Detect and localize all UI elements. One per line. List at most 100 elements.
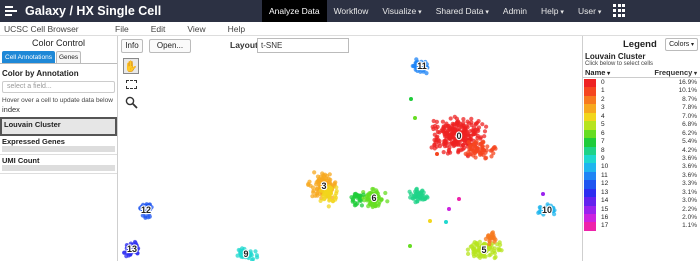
info-button[interactable]: Info [121, 39, 143, 53]
legend-swatch[interactable] [584, 112, 596, 122]
menu-help[interactable]: Help [217, 24, 256, 34]
legend-swatch[interactable] [584, 146, 596, 155]
menu-view[interactable]: View [176, 24, 216, 34]
legend-swatch[interactable] [584, 180, 596, 189]
plot-area[interactable]: 0 3 6 10 11 12 13 5 9 Info Open... Layout t-SNE … [119, 36, 581, 261]
legend-swatch[interactable] [584, 129, 596, 139]
legend-swatch[interactable] [584, 163, 596, 172]
legend-row[interactable]: 8 4.2% [583, 146, 700, 155]
legend-swatch[interactable] [584, 171, 596, 181]
cluster-label: 6 [371, 193, 376, 203]
nav-admin[interactable]: Admin [496, 0, 534, 22]
legend-swatch[interactable] [584, 205, 596, 214]
legend-cluster-name: 16 [601, 214, 609, 221]
stray-cell[interactable] [413, 116, 417, 120]
legend-row[interactable]: 11 3.6% [583, 171, 700, 181]
annotation-expressed-genes[interactable]: Expressed Genes [0, 136, 117, 155]
legend-row[interactable]: 2 8.7% [583, 95, 700, 105]
legend-cluster-name: 1 [601, 87, 605, 95]
tsne-scatter-plot[interactable]: 0 3 6 10 11 12 13 5 9 [119, 36, 581, 261]
legend-row[interactable]: 9 3.6% [583, 154, 700, 164]
field-select[interactable]: select a field... [2, 81, 115, 93]
legend-row[interactable]: 17 1.1% [583, 222, 700, 231]
stray-cell[interactable] [541, 192, 545, 196]
legend-row[interactable]: 7 5.4% [583, 138, 700, 147]
menu-edit[interactable]: Edit [140, 24, 177, 34]
annotation-label: Louvain Cluster [4, 120, 61, 129]
legend-row[interactable]: 6 6.2% [583, 129, 700, 139]
cluster-label: 5 [481, 245, 486, 255]
sort-by-name[interactable]: Name [585, 68, 610, 77]
annotation-louvain-cluster[interactable]: Louvain Cluster [0, 117, 117, 136]
legend-row[interactable]: 1 10.1% [583, 87, 700, 96]
cluster-label: 0 [456, 131, 461, 141]
tab-cell-annotations[interactable]: Cell Annotations [2, 51, 55, 63]
stray-cell[interactable] [447, 207, 451, 211]
color-by-label: Color by Annotation [2, 69, 79, 78]
legend-swatch[interactable] [584, 197, 596, 206]
legend-row[interactable]: 5 6.8% [583, 121, 700, 130]
legend-row[interactable]: 13 3.1% [583, 188, 700, 198]
legend-frequency: 16.9% [678, 79, 697, 86]
stray-cell[interactable] [444, 220, 448, 224]
stray-cell[interactable] [457, 197, 461, 201]
app-title: UCSC Cell Browser [4, 23, 79, 34]
stray-cell[interactable] [435, 152, 439, 156]
legend-frequency: 3.1% [682, 188, 697, 196]
legend-frequency: 10.1% [678, 87, 697, 95]
annotation-label: UMI Count [2, 156, 40, 165]
cluster-8-points[interactable] [407, 186, 430, 205]
legend-cluster-name: 4 [601, 112, 605, 120]
legend-row[interactable]: 14 3.0% [583, 197, 700, 206]
zoom-magnifier-icon[interactable] [123, 94, 139, 110]
index-label: index [2, 105, 20, 114]
select-rectangle-icon[interactable] [123, 76, 139, 92]
legend-swatch[interactable] [584, 214, 596, 223]
legend-frequency: 7.0% [682, 112, 697, 120]
stray-cell[interactable] [428, 219, 432, 223]
legend-row[interactable]: 0 16.9% [583, 79, 700, 88]
legend-cluster-name: 12 [601, 180, 609, 188]
legend-row[interactable]: 10 3.6% [583, 163, 700, 172]
nav-user[interactable]: User [571, 0, 608, 22]
legend-swatch[interactable] [584, 138, 596, 147]
legend-cluster-name: 5 [601, 121, 605, 129]
open-button[interactable]: Open... [149, 39, 191, 53]
legend-swatch[interactable] [584, 154, 596, 164]
colors-dropdown[interactable]: Colors [665, 38, 698, 51]
layout-select[interactable]: t-SNE [257, 38, 349, 53]
legend-swatch[interactable] [584, 87, 596, 96]
legend-swatch[interactable] [584, 104, 596, 113]
legend-row[interactable]: 16 2.0% [583, 214, 700, 223]
nav-analyze-data[interactable]: Analyze Data [262, 0, 327, 22]
sort-by-frequency[interactable]: Frequency [654, 68, 697, 77]
stray-cell[interactable] [409, 97, 413, 101]
menu-file[interactable]: File [104, 24, 140, 34]
annotation-umi-count[interactable]: UMI Count [0, 155, 117, 174]
layout-label: Layout [230, 40, 258, 50]
nav-visualize[interactable]: Visualize [375, 0, 428, 22]
apps-grid-icon[interactable] [613, 4, 627, 18]
legend-row[interactable]: 12 3.3% [583, 180, 700, 189]
hover-hint: Hover over a cell to update data below [2, 97, 113, 104]
legend-row[interactable]: 4 7.0% [583, 112, 700, 122]
nav-help[interactable]: Help [534, 0, 571, 22]
stray-cell[interactable] [408, 244, 412, 248]
legend-swatch[interactable] [584, 121, 596, 130]
legend-header: Name Frequency [583, 68, 700, 78]
legend-swatch[interactable] [584, 222, 596, 231]
tab-genes[interactable]: Genes [55, 51, 82, 63]
annotation-label: Expressed Genes [2, 137, 65, 146]
nav-workflow[interactable]: Workflow [327, 0, 376, 22]
legend-swatch[interactable] [584, 188, 596, 198]
legend-swatch[interactable] [584, 79, 596, 88]
legend-row[interactable]: 15 2.2% [583, 205, 700, 214]
legend-swatch[interactable] [584, 95, 596, 105]
legend-row[interactable]: 3 7.8% [583, 104, 700, 113]
pan-hand-icon[interactable]: ✋ [123, 58, 139, 74]
legend-hint: Click below to select cells [585, 61, 654, 67]
legend-frequency: 8.7% [682, 95, 697, 103]
legend-frequency: 3.6% [682, 154, 697, 162]
nav-shared-data[interactable]: Shared Data [429, 0, 496, 22]
brand[interactable]: Galaxy / HX Single Cell [0, 0, 262, 22]
